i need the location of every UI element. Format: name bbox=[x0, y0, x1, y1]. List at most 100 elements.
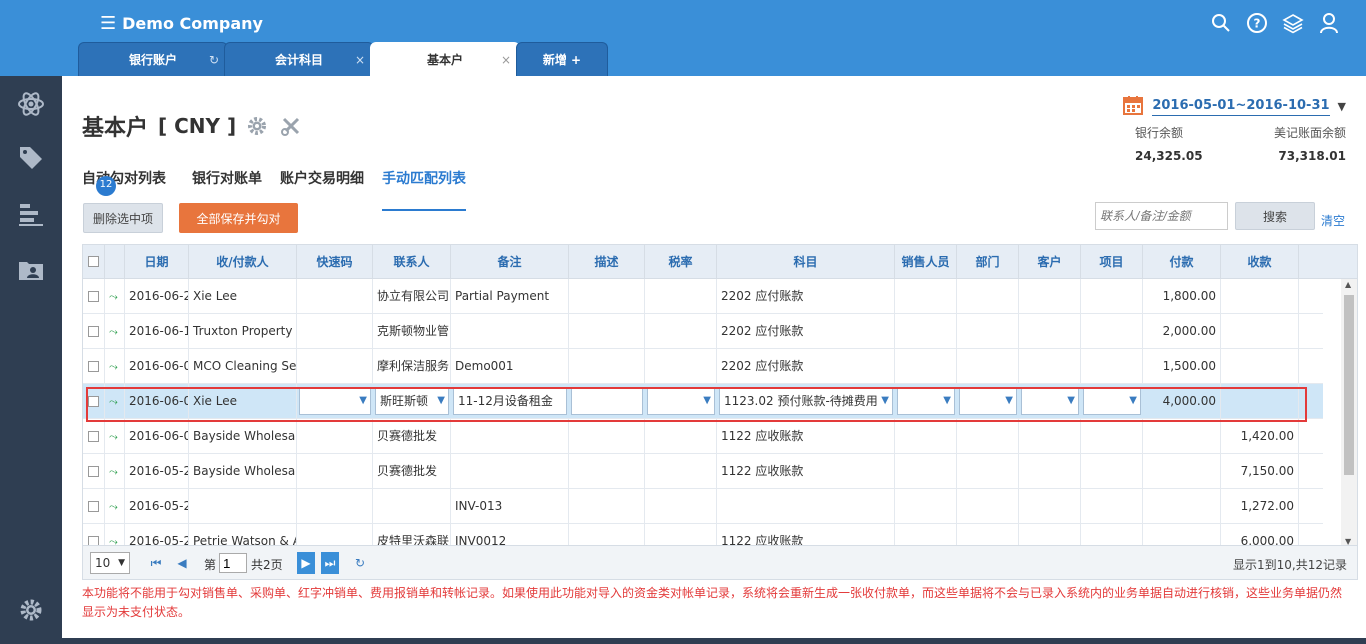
refresh-icon[interactable]: ↻ bbox=[209, 53, 219, 67]
row-checkbox[interactable] bbox=[88, 536, 99, 545]
caret-down-icon[interactable]: ▼ bbox=[1338, 100, 1346, 113]
tab-label: 新增 + bbox=[542, 53, 582, 67]
cell-proj bbox=[1081, 419, 1143, 454]
scroll-up-icon[interactable]: ▲ bbox=[1345, 280, 1351, 289]
subtab-label: 自动勾对列表 bbox=[82, 171, 166, 187]
taskbar-strip bbox=[0, 638, 1366, 644]
search-button[interactable]: 搜索 bbox=[1235, 202, 1315, 230]
clear-link[interactable]: 清空 bbox=[1321, 212, 1345, 229]
cell-desc bbox=[569, 489, 645, 524]
header-payment[interactable]: 付款 bbox=[1143, 245, 1221, 279]
table-row[interactable]: ⤳ 2016-05-2 Bayside Wholesale 贝赛德批发 1122 应收账… bbox=[83, 454, 1323, 489]
user-icon[interactable] bbox=[1318, 12, 1340, 34]
header-contact[interactable]: 联系人 bbox=[373, 245, 451, 279]
cell-sales bbox=[895, 314, 957, 349]
settings-icon[interactable] bbox=[17, 596, 45, 624]
match-icon[interactable]: ⤳ bbox=[105, 489, 125, 524]
match-icon[interactable]: ⤳ bbox=[105, 419, 125, 454]
pager: 10 ▼ ⏮ ◀ 第 共2页 ▶ ⏭ ↻ 显示1到10,共12记录 bbox=[82, 546, 1358, 580]
cell-proj bbox=[1081, 454, 1143, 489]
table-row[interactable]: ⤳ 2016-05-2 INV-013 1,272.00 bbox=[83, 489, 1323, 524]
cell-payee: Xie Lee bbox=[189, 279, 297, 314]
row-checkbox[interactable] bbox=[88, 291, 99, 302]
menu-icon[interactable]: ☰ bbox=[100, 13, 116, 34]
tab-bank-accounts[interactable]: 银行账户 ↻ bbox=[78, 42, 228, 76]
gear-icon[interactable] bbox=[246, 114, 270, 138]
page-number-input[interactable] bbox=[219, 553, 247, 573]
svg-text:?: ? bbox=[1254, 17, 1261, 31]
cell-account: 1122 应收账款 bbox=[717, 419, 895, 454]
page-size-select[interactable]: 10 ▼ bbox=[90, 552, 130, 574]
row-checkbox[interactable] bbox=[88, 501, 99, 512]
account-name: 基本户 bbox=[82, 116, 149, 141]
header-customer[interactable]: 客户 bbox=[1019, 245, 1081, 279]
tab-basic-account[interactable]: 基本户 × bbox=[370, 42, 520, 76]
cell-quick bbox=[297, 349, 373, 384]
delete-selected-button[interactable]: 删除选中项 bbox=[83, 203, 163, 233]
date-range-picker[interactable]: 2016-05-01~2016-10-31 ▼ bbox=[1122, 94, 1346, 119]
row-checkbox[interactable] bbox=[88, 326, 99, 337]
header-project[interactable]: 项目 bbox=[1081, 245, 1143, 279]
search-input[interactable] bbox=[1095, 202, 1228, 230]
header-receipt[interactable]: 收款 bbox=[1221, 245, 1299, 279]
sidebar bbox=[0, 76, 62, 644]
tab-chart-of-accounts[interactable]: 会计科目 × bbox=[224, 42, 374, 76]
prev-page-icon[interactable]: ◀ bbox=[173, 552, 191, 574]
count-badge: 12 bbox=[96, 176, 116, 196]
vertical-scrollbar[interactable]: ▲ ▼ bbox=[1341, 279, 1357, 545]
tab-new[interactable]: 新增 + bbox=[516, 42, 608, 76]
table-row[interactable]: ⤳ 2016-06-0 MCO Cleaning Se 摩利保洁服务 Demo001 22… bbox=[83, 349, 1323, 384]
close-icon[interactable]: × bbox=[355, 53, 365, 67]
atom-icon[interactable] bbox=[17, 90, 45, 118]
book-balance-label: 美记账面余额 bbox=[1273, 126, 1346, 140]
help-icon[interactable]: ? bbox=[1246, 12, 1268, 34]
row-checkbox[interactable] bbox=[88, 361, 99, 372]
match-icon[interactable]: ⤳ bbox=[105, 349, 125, 384]
header-tax-rate[interactable]: 税率 bbox=[645, 245, 717, 279]
tab-label: 基本户 bbox=[426, 53, 463, 67]
last-page-icon[interactable]: ⏭ bbox=[321, 552, 339, 574]
header-account[interactable]: 科目 bbox=[717, 245, 895, 279]
first-page-icon[interactable]: ⏮ bbox=[147, 552, 165, 574]
header-memo[interactable]: 备注 bbox=[451, 245, 569, 279]
tag-icon[interactable] bbox=[17, 144, 45, 172]
cell-dept bbox=[957, 279, 1019, 314]
cell-desc bbox=[569, 524, 645, 545]
next-page-icon[interactable]: ▶ bbox=[297, 552, 315, 574]
header-quickcode[interactable]: 快速码 bbox=[297, 245, 373, 279]
row-select-cell bbox=[83, 279, 105, 314]
close-icon[interactable]: × bbox=[501, 53, 511, 67]
refresh-icon[interactable]: ↻ bbox=[351, 552, 369, 574]
app-brand[interactable]: ☰ Demo Company bbox=[100, 13, 263, 34]
save-all-button[interactable]: 全部保存并勾对 bbox=[179, 203, 298, 233]
match-icon[interactable]: ⤳ bbox=[105, 314, 125, 349]
table-row[interactable]: ⤳ 2016-06-2 Xie Lee 协立有限公司 Partial Payment 22… bbox=[83, 279, 1323, 314]
header-date[interactable]: 日期 bbox=[125, 245, 189, 279]
match-icon[interactable]: ⤳ bbox=[105, 454, 125, 489]
cell-recv bbox=[1221, 279, 1299, 314]
scroll-down-icon[interactable]: ▼ bbox=[1345, 537, 1351, 545]
table-row[interactable]: ⤳ 2016-06-1 Truxton Property 克斯顿物业管 2202 应付账… bbox=[83, 314, 1323, 349]
match-icon[interactable]: ⤳ bbox=[105, 279, 125, 314]
bar-chart-icon[interactable] bbox=[17, 200, 45, 228]
row-checkbox[interactable] bbox=[88, 431, 99, 442]
calendar-icon[interactable] bbox=[1122, 94, 1144, 119]
table-row[interactable]: ⤳ 2016-06-0 Bayside Wholesale 贝赛德批发 1122 应收账… bbox=[83, 419, 1323, 454]
table-row[interactable]: ⤳ 2016-05-2 Petrie Watson & A 皮特里沃森联 INV0012… bbox=[83, 524, 1323, 545]
date-range-value[interactable]: 2016-05-01~2016-10-31 bbox=[1152, 98, 1330, 116]
layers-icon[interactable] bbox=[1282, 12, 1304, 34]
search-icon[interactable] bbox=[1210, 12, 1232, 34]
header-description[interactable]: 描述 bbox=[569, 245, 645, 279]
row-checkbox[interactable] bbox=[88, 466, 99, 477]
currency-label: [ CNY ] bbox=[158, 114, 237, 138]
header-department[interactable]: 部门 bbox=[957, 245, 1019, 279]
tools-icon[interactable] bbox=[280, 114, 304, 138]
select-all-checkbox[interactable] bbox=[88, 256, 99, 267]
subtab-manual-match[interactable]: 手动匹配列表 bbox=[382, 168, 466, 211]
scroll-thumb[interactable] bbox=[1344, 295, 1354, 475]
header-payee[interactable]: 收/付款人 bbox=[189, 245, 297, 279]
header-salesperson[interactable]: 销售人员 bbox=[895, 245, 957, 279]
cell-desc bbox=[569, 314, 645, 349]
folder-user-icon[interactable] bbox=[17, 256, 45, 284]
match-icon[interactable]: ⤳ bbox=[105, 524, 125, 545]
